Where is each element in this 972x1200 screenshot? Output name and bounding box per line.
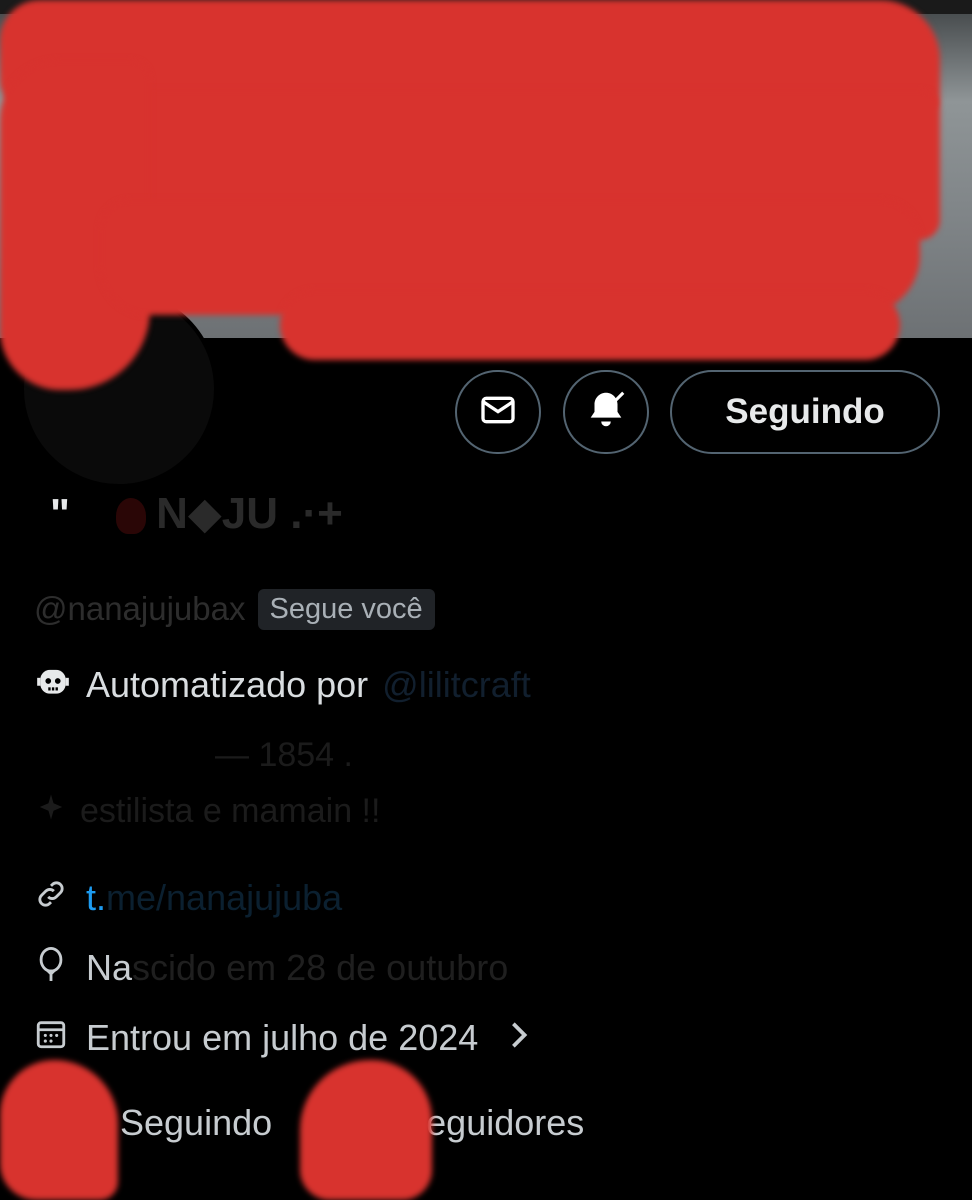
calendar-icon bbox=[34, 1017, 68, 1060]
birthday-text-rest: scido em 28 de outubro bbox=[132, 947, 509, 988]
follows-you-badge: Segue você bbox=[257, 588, 435, 630]
robot-icon bbox=[34, 662, 72, 709]
name-prefix: " bbox=[50, 490, 70, 537]
automated-handle-link[interactable]: @lilitcraft bbox=[382, 664, 531, 706]
following-button[interactable]: Seguindo bbox=[670, 370, 940, 454]
birthday-row: Nascido em 28 de outubro bbox=[34, 944, 508, 992]
chevron-right-icon bbox=[506, 1017, 532, 1059]
profile-handle: @nanajujubax bbox=[34, 590, 246, 627]
birthday-text-start: Na bbox=[86, 947, 133, 988]
balloon-icon bbox=[34, 945, 68, 992]
sparkle-icon bbox=[34, 792, 68, 831]
automated-label: Automatizado por bbox=[86, 664, 369, 705]
handle-row: @nanajujubax Segue você bbox=[34, 586, 435, 632]
link-icon bbox=[34, 877, 68, 920]
message-button[interactable] bbox=[455, 370, 541, 454]
bio-line-2: estilista e mamain !! bbox=[34, 792, 380, 831]
website-link[interactable]: t.me/nanajujuba bbox=[86, 877, 342, 919]
joined-row[interactable]: Entrou em julho de 2024 bbox=[34, 1014, 532, 1062]
notifications-button[interactable] bbox=[563, 370, 649, 454]
following-stat-label: Seguindo bbox=[120, 1102, 273, 1143]
website-link-start: t. bbox=[86, 877, 107, 918]
display-name-text: N◆JU .·+ bbox=[156, 489, 343, 538]
website-row: t.me/nanajujuba bbox=[34, 874, 342, 922]
mail-icon bbox=[478, 390, 518, 435]
redaction-mark bbox=[300, 1060, 432, 1200]
emoji-icon bbox=[116, 498, 147, 535]
joined-text: Entrou em julho de 2024 bbox=[86, 1017, 479, 1058]
bell-check-icon bbox=[583, 387, 629, 438]
automated-row: Automatizado por @lilitcraft bbox=[34, 660, 531, 710]
following-stat[interactable]: Seguindo bbox=[120, 1102, 272, 1144]
website-link-rest: me/nanajujuba bbox=[106, 877, 343, 918]
bio-line-1: — 1854 . bbox=[215, 736, 353, 774]
display-name: " N◆JU .·+ bbox=[50, 488, 343, 548]
bio-text: estilista e mamain !! bbox=[80, 792, 381, 830]
redaction-mark bbox=[280, 290, 900, 360]
redaction-mark bbox=[0, 1060, 118, 1200]
